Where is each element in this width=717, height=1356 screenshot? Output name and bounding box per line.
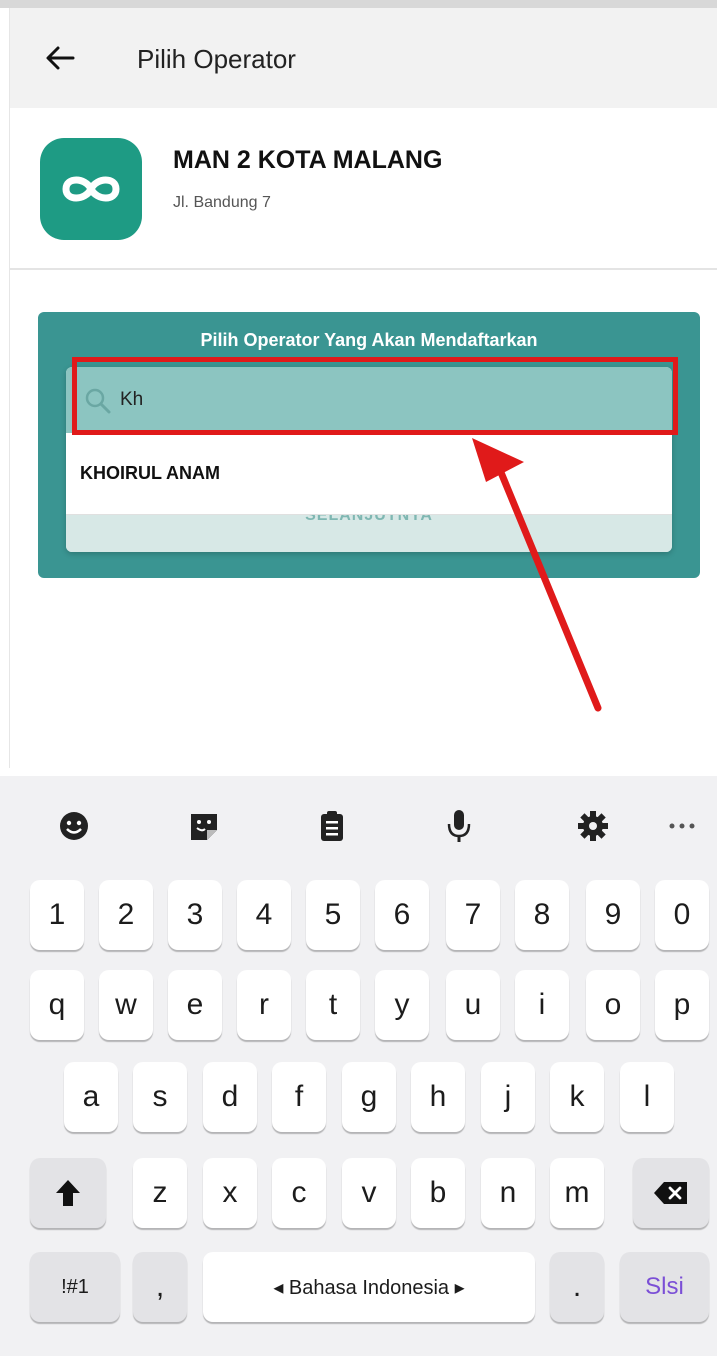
key-y[interactable]: y [375, 970, 429, 1040]
key-o[interactable]: o [586, 970, 640, 1040]
school-name: MAN 2 KOTA MALANG [173, 146, 443, 174]
key-8[interactable]: 8 [515, 880, 569, 950]
comma-key[interactable]: , [133, 1252, 187, 1322]
key-w[interactable]: w [99, 970, 153, 1040]
key-d[interactable]: d [203, 1062, 257, 1132]
key-e[interactable]: e [168, 970, 222, 1040]
key-g[interactable]: g [342, 1062, 396, 1132]
key-q[interactable]: q [30, 970, 84, 1040]
more-icon[interactable] [660, 804, 704, 848]
infinity-logo-icon [40, 138, 142, 240]
list-item-result[interactable]: KHOIRUL ANAM [66, 433, 672, 515]
key-c[interactable]: c [272, 1158, 326, 1228]
key-i[interactable]: i [515, 970, 569, 1040]
gear-icon[interactable] [571, 804, 615, 848]
card-title: Pilih Operator Yang Akan Mendaftarkan [200, 330, 538, 350]
space-bar[interactable]: ◂ Bahasa Indonesia ▸ [203, 1252, 535, 1322]
key-s[interactable]: s [133, 1062, 187, 1132]
clipboard-icon[interactable] [310, 804, 354, 848]
keyboard-toolbar [0, 776, 717, 876]
microphone-icon[interactable] [437, 804, 481, 848]
key-m[interactable]: m [550, 1158, 604, 1228]
key-7[interactable]: 7 [446, 880, 500, 950]
done-key[interactable]: Slsi [620, 1252, 709, 1322]
key-l[interactable]: l [620, 1062, 674, 1132]
key-x[interactable]: x [203, 1158, 257, 1228]
top-frame [0, 0, 717, 8]
shift-key[interactable] [30, 1158, 106, 1228]
period-key[interactable]: . [550, 1252, 604, 1322]
key-h[interactable]: h [411, 1062, 465, 1132]
next-button[interactable]: SELANJUTNYA [66, 515, 672, 552]
key-b[interactable]: b [411, 1158, 465, 1228]
key-f[interactable]: f [272, 1062, 326, 1132]
highlight-box [72, 357, 678, 435]
school-header: MAN 2 KOTA MALANG Jl. Bandung 7 [10, 108, 717, 270]
key-0[interactable]: 0 [655, 880, 709, 950]
symbols-key[interactable]: !#1 [30, 1252, 120, 1322]
page-title: Pilih Operator [137, 44, 296, 74]
emoji-icon[interactable] [52, 804, 96, 848]
next-button-label: SELANJUTNYA [305, 515, 433, 524]
backspace-icon [654, 1182, 687, 1204]
key-a[interactable]: a [64, 1062, 118, 1132]
key-u[interactable]: u [446, 970, 500, 1040]
operator-card: Pilih Operator Yang Akan Mendaftarkan KH… [38, 312, 700, 578]
back-button[interactable] [40, 38, 80, 78]
backspace-key[interactable] [633, 1158, 709, 1228]
key-3[interactable]: 3 [168, 880, 222, 950]
arrow-left-icon [46, 46, 75, 70]
key-k[interactable]: k [550, 1062, 604, 1132]
key-r[interactable]: r [237, 970, 291, 1040]
key-n[interactable]: n [481, 1158, 535, 1228]
sticker-icon[interactable] [182, 804, 226, 848]
key-4[interactable]: 4 [237, 880, 291, 950]
result-label: KHOIRUL ANAM [80, 463, 220, 483]
shift-icon [56, 1180, 80, 1206]
key-1[interactable]: 1 [30, 880, 84, 950]
school-address: Jl. Bandung 7 [173, 194, 271, 211]
key-2[interactable]: 2 [99, 880, 153, 950]
key-t[interactable]: t [306, 970, 360, 1040]
key-v[interactable]: v [342, 1158, 396, 1228]
key-9[interactable]: 9 [586, 880, 640, 950]
key-p[interactable]: p [655, 970, 709, 1040]
key-z[interactable]: z [133, 1158, 187, 1228]
key-j[interactable]: j [481, 1062, 535, 1132]
soft-keyboard: 1 2 3 4 5 6 7 8 9 0 q w e r t y u i o p … [0, 776, 717, 1356]
left-edge [0, 8, 10, 768]
app-bar: Pilih Operator [10, 8, 717, 108]
key-5[interactable]: 5 [306, 880, 360, 950]
key-6[interactable]: 6 [375, 880, 429, 950]
